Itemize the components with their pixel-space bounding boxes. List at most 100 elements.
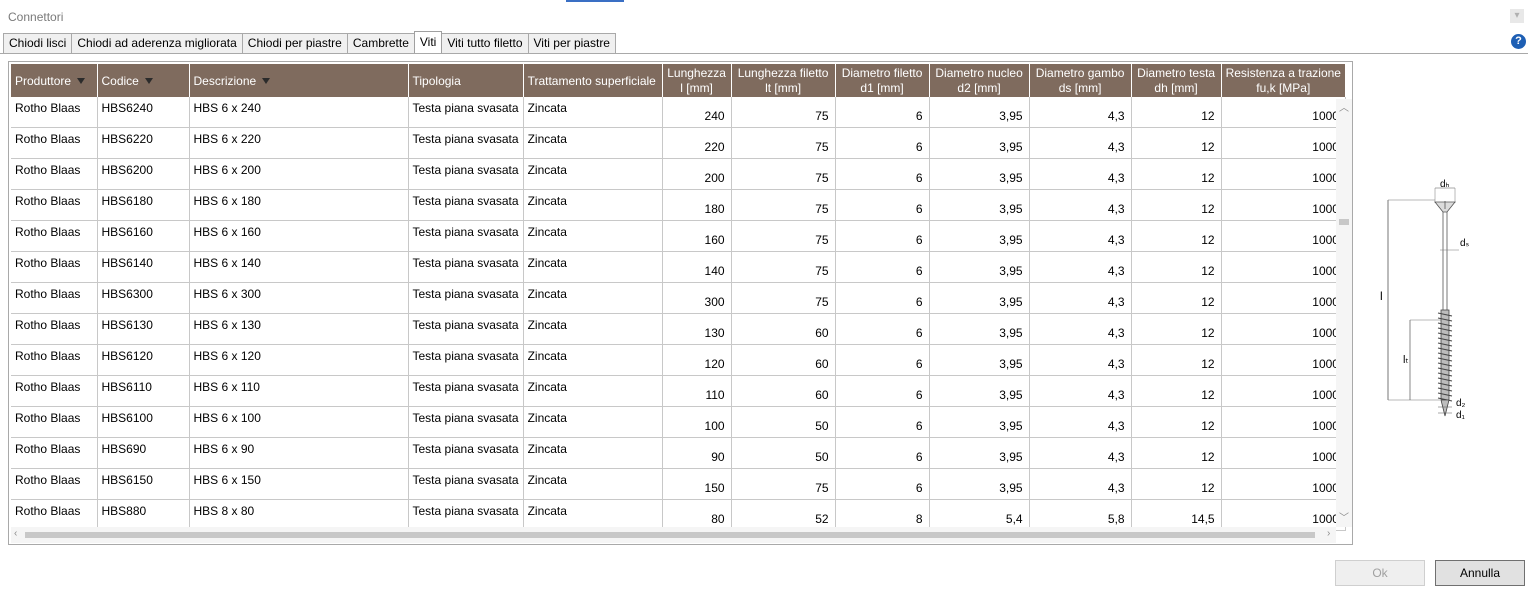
table-cell: 6 [835,282,930,314]
column-header-label: Lunghezza filetto [737,65,829,80]
label-lt: lₜ [1403,354,1409,366]
table-cell: 110 [662,375,732,407]
column-header-label: Diametro nucleo [935,65,1023,80]
table-cell: 50 [731,406,836,438]
table-row[interactable]: Rotho Blaas HBS6140 HBS 6 x 140 Testa piana… [11,251,1346,283]
help-icon[interactable]: ? [1511,34,1526,49]
table-cell: 12 [1131,127,1222,159]
table-row[interactable]: Rotho Blaas HBS6100 HBS 6 x 100 Testa piana… [11,406,1346,438]
scroll-right-icon[interactable]: › [1327,528,1330,539]
table-cell: Testa piana svasata [408,406,524,438]
table-row[interactable]: Rotho Blaas HBS6110 HBS 6 x 110 Testa piana… [11,375,1346,407]
tab-viti-tutto-filetto[interactable]: Viti tutto filetto [441,33,529,53]
table-cell: 4,3 [1029,127,1132,159]
table-cell: 6 [835,468,930,500]
scroll-left-icon[interactable]: ‹ [14,528,17,539]
window-control-icon[interactable]: ▾ [1510,9,1524,23]
table-cell: Rotho Blaas [11,406,98,438]
table-cell: Zincata [523,282,663,314]
tab-divider [0,53,1528,54]
table-cell: 180 [662,189,732,221]
table-cell: Rotho Blaas [11,375,98,407]
table-cell: 12 [1131,282,1222,314]
table-cell: 1000 [1221,282,1346,314]
filter-icon[interactable] [144,78,153,85]
column-header[interactable]: Tipologia [408,64,524,97]
table-cell: 3,95 [929,220,1030,252]
table-cell: 160 [662,220,732,252]
horizontal-scroll-thumb[interactable] [25,532,1315,538]
table-cell: Testa piana svasata [408,189,524,221]
scroll-up-icon[interactable]: ︿ [1339,99,1349,114]
table-row[interactable]: Rotho Blaas HBS6150 HBS 6 x 150 Testa piana… [11,468,1346,500]
column-header[interactable]: Diametro nucleo d2 [mm] [929,64,1030,97]
filter-icon[interactable] [77,78,86,85]
filter-icon[interactable] [262,78,271,85]
table-row[interactable]: Rotho Blaas HBS6130 HBS 6 x 130 Testa piana… [11,313,1346,345]
table-cell: 3,95 [929,468,1030,500]
table-row[interactable]: Rotho Blaas HBS6180 HBS 6 x 180 Testa piana… [11,189,1346,221]
table-cell: 3,95 [929,313,1030,345]
table-cell: HBS 6 x 90 [189,437,409,469]
table-cell: Testa piana svasata [408,158,524,190]
column-header[interactable]: Codice [97,64,190,97]
table-row[interactable]: Rotho Blaas HBS6220 HBS 6 x 220 Testa piana… [11,127,1346,159]
table-cell: HBS 6 x 130 [189,313,409,345]
column-header[interactable]: Produttore [11,64,98,97]
table-cell: HBS6240 [97,97,190,128]
table-cell: 140 [662,251,732,283]
column-header[interactable]: Diametro testa dh [mm] [1131,64,1222,97]
horizontal-scrollbar[interactable]: ‹ › [11,527,1336,543]
table-cell: 12 [1131,344,1222,376]
table-cell: 4,3 [1029,189,1132,221]
table-row[interactable]: Rotho Blaas HBS6160 HBS 6 x 160 Testa piana… [11,220,1346,252]
table-cell: 4,3 [1029,282,1132,314]
tab-chiodi-lisci[interactable]: Chiodi lisci [3,33,73,53]
table-cell: 200 [662,158,732,190]
table-cell: 75 [731,97,836,128]
cancel-button[interactable]: Annulla [1435,560,1525,586]
table-cell: 75 [731,127,836,159]
table-cell: 3,95 [929,375,1030,407]
table-cell: 4,3 [1029,406,1132,438]
table-cell: 5,8 [1029,499,1132,531]
column-header[interactable]: Resistenza a trazione fu,k [MPa] [1221,64,1346,97]
table-cell: 4,3 [1029,375,1132,407]
tab-viti-per-piastre[interactable]: Viti per piastre [527,33,616,53]
column-header[interactable]: Diametro gambo ds [mm] [1029,64,1132,97]
tab-cambrette[interactable]: Cambrette [346,33,415,53]
column-header[interactable]: Lunghezza filetto lt [mm] [731,64,836,97]
column-header[interactable]: Lunghezza l [mm] [662,64,732,97]
table-cell: HBS 6 x 160 [189,220,409,252]
table-row[interactable]: Rotho Blaas HBS880 HBS 8 x 80 Testa piana s… [11,499,1346,531]
column-header-label: Trattamento superficiale [527,73,656,88]
table-cell: 75 [731,220,836,252]
table-cell: 60 [731,375,836,407]
table-cell: 100 [662,406,732,438]
table-row[interactable]: Rotho Blaas HBS6120 HBS 6 x 120 Testa piana… [11,344,1346,376]
table-cell: 6 [835,313,930,345]
tab-chiodi-ad-aderenza-migliorata[interactable]: Chiodi ad aderenza migliorata [71,33,243,53]
table-row[interactable]: Rotho Blaas HBS6200 HBS 6 x 200 Testa piana… [11,158,1346,190]
scroll-down-icon[interactable]: ﹀ [1339,509,1349,524]
column-header[interactable]: Diametro filetto d1 [mm] [835,64,930,97]
column-header[interactable]: Trattamento superficiale [523,64,663,97]
table-row[interactable]: Rotho Blaas HBS6300 HBS 6 x 300 Testa piana… [11,282,1346,314]
tab-chiodi-per-piastre[interactable]: Chiodi per piastre [241,33,348,53]
table-cell: 8 [835,499,930,531]
table-cell: 12 [1131,97,1222,128]
column-header[interactable]: Descrizione [189,64,409,97]
label-dh: dₕ [1440,179,1450,190]
table-cell: 1000 [1221,127,1346,159]
table-cell: Rotho Blaas [11,282,98,314]
table-cell: 75 [731,468,836,500]
ok-button[interactable]: Ok [1335,560,1425,586]
tab-viti[interactable]: Viti [413,31,443,53]
table-row[interactable]: Rotho Blaas HBS690 HBS 6 x 90 Testa piana s… [11,437,1346,469]
vertical-scrollbar[interactable]: ︿ ﹀ [1336,99,1352,527]
table-cell: 12 [1131,406,1222,438]
table-row[interactable]: Rotho Blaas HBS6240 HBS 6 x 240 Testa piana… [11,97,1346,128]
table-cell: HBS 6 x 150 [189,468,409,500]
vertical-scroll-thumb[interactable] [1339,219,1349,225]
table-cell: Testa piana svasata [408,127,524,159]
